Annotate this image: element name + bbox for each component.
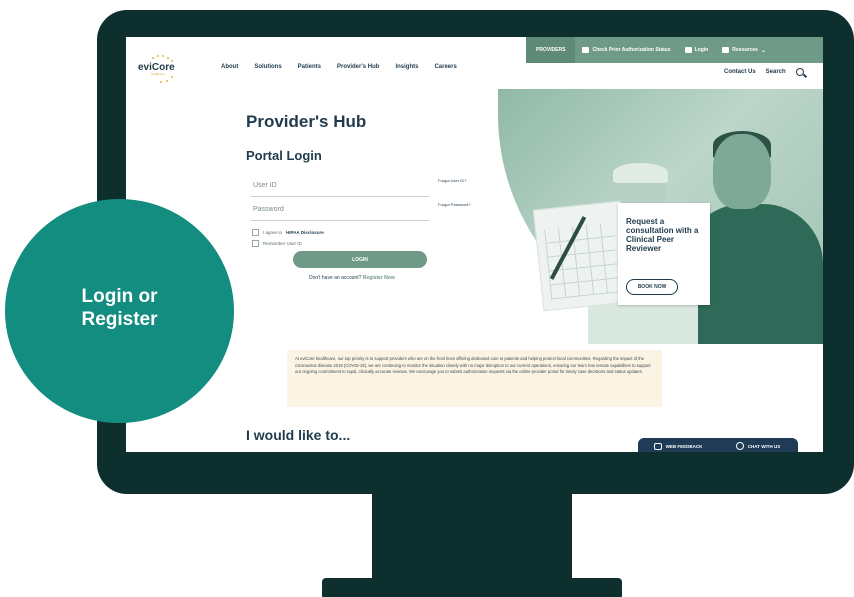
login-button[interactable]: LOGIN	[293, 251, 427, 268]
chat-icon	[735, 442, 744, 450]
feedback-bar: WEB FEEDBACK CHAT WITH US	[638, 438, 798, 452]
check-status-label: Check Prior Authorization Status	[592, 47, 671, 53]
forgot-user-id-link[interactable]: Forgot User ID?	[438, 178, 478, 183]
nav-providers-hub[interactable]: Provider's Hub	[337, 64, 379, 70]
providers-label: PROVIDERS	[536, 47, 566, 53]
logo-dot	[171, 76, 173, 78]
resources-label: Resources	[732, 47, 758, 53]
page-title: Provider's Hub	[246, 112, 367, 131]
web-feedback-label: WEB FEEDBACK	[665, 443, 703, 449]
calendar-grid	[544, 222, 621, 300]
logo-sub: healthcare	[151, 72, 166, 76]
providers-tab[interactable]: PROVIDERS	[526, 37, 576, 63]
search-icon[interactable]	[795, 68, 804, 76]
hipaa-checkbox[interactable]	[252, 229, 259, 236]
main-nav: About Solutions Patients Provider's Hub …	[221, 64, 457, 70]
nav-about[interactable]: About	[221, 64, 238, 70]
badge-line-2: Register	[81, 309, 158, 330]
login-register-badge: Login or Register	[5, 199, 234, 423]
remember-label: Remember User ID	[263, 241, 302, 246]
top-utility-bar: PROVIDERS Check Prior Authorization Stat…	[526, 37, 823, 63]
no-account-text: Don't have an account?	[309, 275, 362, 281]
would-like-heading: I would like to...	[246, 427, 351, 443]
search-link[interactable]: Search	[766, 69, 786, 75]
web-feedback-button[interactable]: WEB FEEDBACK	[638, 442, 718, 450]
user-id-field[interactable]: User ID	[251, 176, 429, 197]
logo-dot	[160, 81, 162, 83]
physician-hair	[613, 163, 668, 183]
monitor-stand-neck	[372, 492, 572, 578]
login-link[interactable]: Login	[678, 37, 716, 63]
agree-label: I agree to	[263, 230, 283, 235]
doctor-head	[713, 134, 771, 209]
nav-patients[interactable]: Patients	[298, 64, 321, 70]
logo-dot	[166, 80, 168, 82]
resources-menu[interactable]: Resources ⌄	[715, 37, 773, 63]
consultation-text: Request a consultation with a Clinical P…	[626, 217, 699, 253]
logo-dot	[162, 55, 164, 57]
logo-dot	[157, 55, 159, 57]
chevron-down-icon: ⌄	[760, 47, 766, 54]
check-status-link[interactable]: Check Prior Authorization Status	[575, 37, 677, 63]
nav-insights[interactable]: Insights	[395, 64, 418, 70]
book-now-button[interactable]: BOOK NOW	[626, 279, 678, 295]
contact-us-link[interactable]: Contact Us	[724, 69, 756, 75]
user-icon	[684, 47, 692, 53]
chat-label: CHAT WITH US	[747, 443, 781, 449]
nav-solutions[interactable]: Solutions	[254, 64, 281, 70]
portal-login-heading: Portal Login	[246, 148, 322, 163]
folder-icon	[722, 47, 730, 53]
logo-dot	[167, 57, 169, 59]
screen: PROVIDERS Check Prior Authorization Stat…	[126, 37, 823, 452]
forgot-password-link[interactable]: Forgot Password?	[438, 202, 478, 207]
user-id-placeholder: User ID	[253, 182, 277, 189]
feedback-icon	[653, 442, 662, 450]
register-row: Don't have an account? Register Now	[309, 275, 395, 281]
hipaa-checkbox-row: I agree to HIPAA Disclosure	[252, 229, 324, 236]
register-now-link[interactable]: Register Now	[363, 275, 395, 281]
monitor-stand-base	[322, 578, 622, 597]
remember-checkbox-row: Remember User ID	[252, 240, 302, 247]
consultation-card: Request a consultation with a Clinical P…	[618, 203, 710, 305]
badge-line-1: Login or	[81, 286, 158, 307]
badge-text: Login or Register	[5, 285, 234, 331]
utility-nav: Contact Us Search	[724, 68, 804, 76]
password-placeholder: Password	[253, 206, 284, 213]
nav-careers[interactable]: Careers	[434, 64, 456, 70]
remember-checkbox[interactable]	[252, 240, 259, 247]
document-icon	[582, 47, 590, 53]
evicore-logo[interactable]: eviCore healthcare	[138, 54, 178, 84]
hipaa-disclosure-link[interactable]: HIPAA Disclosure	[286, 230, 324, 235]
covid-notice: At eviCore healthcare, our top priority …	[287, 350, 662, 407]
chat-button[interactable]: CHAT WITH US	[718, 442, 798, 450]
logo-dot	[152, 57, 154, 59]
login-label: Login	[694, 47, 709, 53]
notice-text: At eviCore healthcare, our top priority …	[295, 356, 651, 374]
password-field[interactable]: Password	[251, 200, 429, 221]
